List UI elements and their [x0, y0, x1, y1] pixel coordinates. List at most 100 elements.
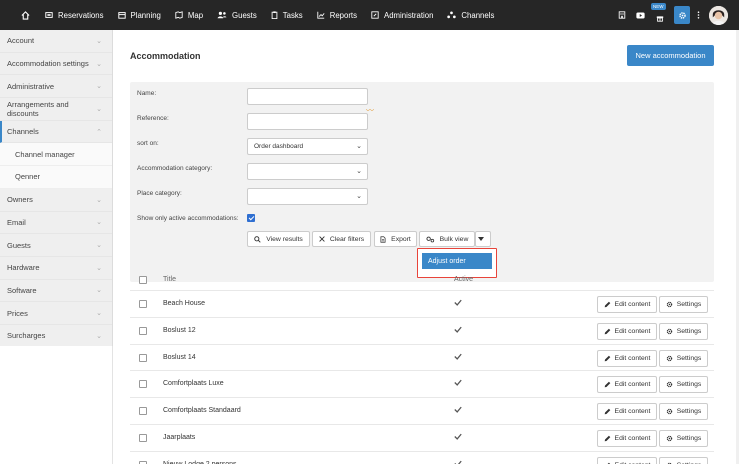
view-results-button[interactable]: View results	[247, 231, 310, 247]
active-only-checkbox[interactable]	[247, 214, 255, 222]
sidebar-subitem-qenner[interactable]: Qenner	[0, 166, 112, 189]
sidebar-item-software[interactable]: Software ⌄	[0, 280, 112, 303]
row-settings-button[interactable]: Settings	[659, 403, 708, 421]
sidebar-item-label: Accommodation settings	[7, 59, 89, 69]
sidebar-item-prices[interactable]: Prices ⌄	[0, 302, 112, 325]
sidebar-item-surcharges[interactable]: Surcharges ⌄	[0, 325, 112, 348]
row-checkbox[interactable]	[139, 300, 147, 308]
place-category-select[interactable]: ⌄	[247, 188, 368, 205]
edit-content-button[interactable]: Edit content	[597, 430, 657, 447]
video-button[interactable]	[631, 0, 649, 30]
row-checkbox[interactable]	[139, 407, 147, 416]
select-all-checkbox[interactable]	[139, 276, 147, 284]
row-settings-button[interactable]: Settings	[659, 322, 708, 340]
sort-select[interactable]: Order dashboard ⌄	[247, 138, 368, 155]
bulk-view-dropdown-toggle[interactable]	[475, 231, 491, 247]
edit-content-button[interactable]: Edit content	[597, 296, 657, 313]
sidebar-item-email[interactable]: Email ⌄	[0, 212, 112, 235]
nav-reservations[interactable]: Reservations	[38, 0, 111, 30]
reference-input[interactable]	[247, 113, 368, 130]
sidebar-item-account[interactable]: Account ⌄	[0, 30, 112, 53]
sidebar-item-accommodation-settings[interactable]: Accommodation settings ⌄	[0, 53, 112, 76]
row-checkbox[interactable]	[139, 326, 147, 335]
sidebar-subitem-channel-manager[interactable]: Channel manager	[0, 143, 112, 167]
row-settings-button[interactable]: Settings	[659, 296, 708, 313]
chevron-up-icon: ⌃	[96, 128, 102, 136]
main-nav: Reservations Planning Map Guests Tasks R…	[38, 0, 501, 30]
nav-channels[interactable]: Channels	[440, 0, 501, 30]
sidebar-item-hardware[interactable]: Hardware ⌄	[0, 257, 112, 280]
column-title-header: Title	[163, 276, 176, 283]
sidebar-item-arrangements[interactable]: Arrangements and discounts ⌄	[0, 98, 112, 121]
button-label: Clear filters	[329, 235, 365, 243]
chevron-down-icon: ⌄	[96, 287, 102, 295]
check-icon	[454, 326, 462, 333]
sidebar-item-label: Owners	[7, 195, 33, 205]
button-label: Bulk view	[439, 235, 469, 243]
row-checkbox[interactable]	[139, 353, 147, 362]
sidebar-item-guests[interactable]: Guests ⌄	[0, 234, 112, 257]
adjust-order-menu-item[interactable]: Adjust order	[422, 253, 492, 269]
row-settings-button[interactable]: Settings	[659, 349, 708, 367]
row-checkbox[interactable]	[139, 434, 147, 442]
name-input[interactable]	[247, 88, 368, 105]
export-button[interactable]: Export	[374, 231, 417, 247]
accommodation-category-select[interactable]: ⌄	[247, 163, 368, 180]
table-row[interactable]: Beach House Edit content Settings	[130, 290, 714, 317]
nav-label: Map	[187, 10, 204, 20]
home-button[interactable]	[12, 0, 38, 30]
pencil-icon	[604, 301, 610, 308]
sidebar-item-administrative[interactable]: Administrative ⌄	[0, 75, 112, 99]
channels-icon	[447, 11, 457, 19]
sidebar-item-label: Channel manager	[15, 149, 75, 159]
chevron-down-icon: ⌄	[356, 143, 362, 150]
reference-hint-icon: 〰	[366, 106, 374, 115]
pencil-icon	[604, 408, 610, 415]
button-label: Edit content	[614, 381, 651, 389]
edit-content-button[interactable]: Edit content	[597, 322, 657, 340]
new-badge: NEW	[651, 3, 666, 10]
sidebar-item-owners[interactable]: Owners ⌄	[0, 189, 112, 212]
building-button[interactable]	[613, 0, 631, 30]
edit-content-button[interactable]: Edit content	[597, 349, 657, 367]
table-row[interactable]: Boslust 14 Edit content Settings	[130, 343, 714, 371]
nav-label: Administration	[384, 10, 434, 20]
new-accommodation-button[interactable]: New accommodation	[627, 45, 714, 66]
table-row[interactable]: Comfortplaats Luxe Edit content Settings	[130, 370, 714, 397]
edit-content-button[interactable]: Edit content	[597, 456, 657, 464]
sidebar-item-channels[interactable]: Channels ⌃	[0, 120, 112, 144]
nav-tasks[interactable]: Tasks	[264, 0, 310, 30]
table-row[interactable]: Jaarplaats Edit content Settings	[130, 424, 714, 451]
gift-button[interactable]: NEW	[649, 0, 671, 30]
nav-planning[interactable]: Planning	[111, 0, 168, 30]
nav-reports[interactable]: Reports	[310, 0, 364, 30]
check-icon	[454, 460, 462, 464]
user-avatar[interactable]	[709, 5, 728, 25]
gear-icon	[666, 435, 672, 442]
sidebar-item-label: Surcharges	[7, 331, 46, 341]
row-title: Boslust 14	[163, 353, 196, 361]
table-row[interactable]: Nieuw Lodge 2 persons Edit content Setti…	[130, 450, 714, 464]
button-label: Edit content	[614, 435, 651, 442]
row-settings-button[interactable]: Settings	[659, 430, 708, 447]
nav-map[interactable]: Map	[168, 0, 210, 30]
nav-administration[interactable]: Administration	[364, 0, 440, 30]
bulk-view-button[interactable]: Bulk view	[419, 231, 475, 247]
nav-label: Guests	[232, 10, 257, 20]
settings-button[interactable]	[674, 6, 690, 24]
table-row[interactable]: Comfortplaats Standaard Edit content Set…	[130, 397, 714, 424]
edit-content-button[interactable]: Edit content	[597, 403, 657, 421]
gear-icon	[666, 408, 672, 415]
button-label: Export	[391, 235, 411, 243]
row-settings-button[interactable]: Settings	[659, 456, 708, 464]
chevron-down-icon: ⌄	[96, 242, 102, 250]
nav-guests[interactable]: Guests	[210, 0, 264, 30]
row-settings-button[interactable]: Settings	[659, 376, 708, 394]
table-row[interactable]: Boslust 12 Edit content Settings	[130, 316, 714, 344]
edit-content-button[interactable]: Edit content	[597, 376, 657, 394]
button-label: Settings	[676, 301, 702, 308]
gear-icon	[666, 301, 672, 308]
more-menu-button[interactable]	[693, 0, 703, 30]
row-checkbox[interactable]	[139, 380, 147, 389]
clear-filters-button[interactable]: Clear filters	[312, 231, 371, 247]
